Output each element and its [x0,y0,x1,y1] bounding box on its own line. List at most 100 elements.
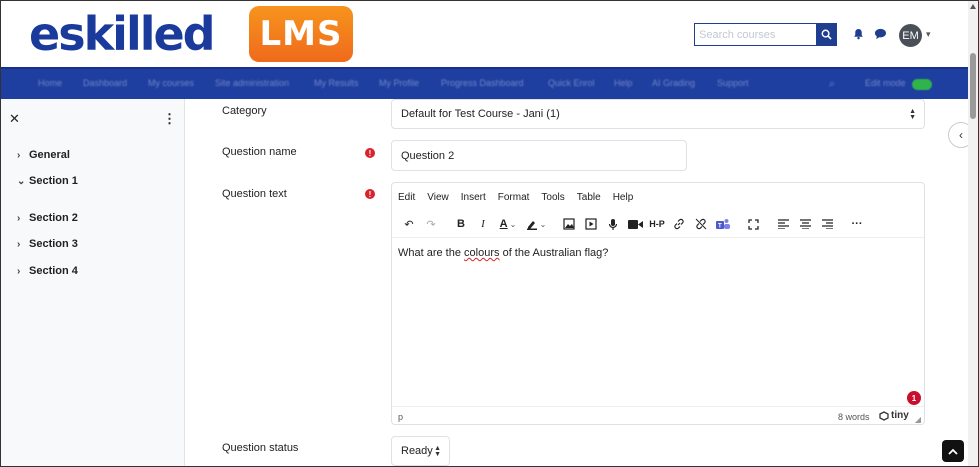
user-avatar[interactable]: EM [899,24,922,47]
drawer-item-label: Section 2 [29,212,78,224]
element-path[interactable]: p [398,412,403,422]
bold-icon[interactable]: B [450,214,472,234]
menu-table[interactable]: Table [577,192,601,203]
nav-item-dashboard[interactable]: Dashboard [83,78,127,88]
image-icon[interactable] [558,214,580,234]
unlink-icon[interactable] [690,214,712,234]
misspelled-word: colours [464,247,500,259]
drawer-options-kebab-icon[interactable]: ⋮ [163,111,176,127]
nav-item-help[interactable]: Help [614,78,633,88]
align-right-icon[interactable] [816,214,838,234]
notifications-bell-icon[interactable] [851,27,865,41]
resize-handle-icon[interactable]: ◢ [915,415,921,424]
h5p-icon[interactable]: H-P [646,214,668,234]
chevron-up-icon [948,448,958,455]
nav-item-my-profile[interactable]: My Profile [379,78,419,88]
drawer-item-section-1[interactable]: ⌄ Section 1 [17,175,78,187]
close-drawer-icon[interactable]: ✕ [9,111,20,127]
text-color-icon[interactable]: A ⌄ [494,214,522,234]
drawer-item-section-2[interactable]: › Section 2 [17,212,78,224]
required-icon: ! [365,148,375,158]
chevron-down-icon: ⌄ [17,175,26,187]
nav-item-home[interactable]: Home [38,78,62,88]
more-options-icon[interactable]: ··· [846,214,868,234]
record-audio-icon[interactable] [602,214,624,234]
tiny-logo[interactable]: tiny [879,410,909,421]
nav-item-progress-dashboard[interactable]: Progress Dashboard [441,78,524,88]
italic-icon[interactable]: I [472,214,494,234]
drawer-item-general[interactable]: › General [17,149,70,161]
teams-meeting-icon[interactable]: T [712,214,734,234]
media-icon[interactable] [580,214,602,234]
search-button[interactable] [816,23,837,46]
search-input[interactable] [694,23,816,46]
drawer-item-section-4[interactable]: › Section 4 [17,265,78,277]
menu-help[interactable]: Help [613,192,634,203]
site-logo[interactable]: eskilled [29,5,216,63]
fullscreen-icon[interactable] [742,214,764,234]
align-left-icon[interactable] [772,214,794,234]
search-icon [821,29,832,40]
nav-item-ai-grading[interactable]: AI Grading [652,78,695,88]
nav-item-my-courses[interactable]: My courses [148,78,194,88]
messages-chat-icon[interactable] [873,27,887,41]
category-label: Category [222,105,267,117]
tiny-logo-icon [879,410,889,421]
editor-toolbar: ↶ ↷ B I A ⌄ ⌄ H-P T ··· [392,211,924,238]
browser-frame: eskilled LMS EM ▾ Home Dashboard My cour… [0,0,979,467]
chevron-right-icon: › [17,238,21,250]
undo-icon[interactable]: ↶ [398,214,420,234]
course-search [694,23,837,46]
drawer-item-label: Section 3 [29,238,78,250]
select-arrows-icon: ▲ ▼ [909,108,916,121]
nav-item-my-results[interactable]: My Results [314,78,359,88]
lms-badge: LMS [249,6,353,62]
course-index-drawer: ✕ ⋮ › General ⌄ Section 1 › Section 2 › … [1,99,185,466]
category-select[interactable]: Default for Test Course - Jani (1) ▲ ▼ [391,99,925,129]
nav-search-icon[interactable]: ⌕ [829,78,835,91]
menu-view[interactable]: View [427,192,449,203]
question-status-label: Question status [222,442,299,454]
link-icon[interactable] [668,214,690,234]
question-status-value: Ready [401,445,433,457]
chevron-right-icon: › [17,212,21,224]
drawer-item-label: Section 1 [29,175,78,187]
highlight-color-icon[interactable]: ⌄ [522,214,550,234]
rich-text-editor: Edit View Insert Format Tools Table Help… [391,182,925,425]
edit-mode-toggle[interactable] [912,79,932,90]
primary-navigation: Home Dashboard My courses Site administr… [1,67,968,99]
scroll-thumb[interactable] [970,53,976,119]
drawer-item-label: Section 4 [29,265,78,277]
nav-item-quick-enrol[interactable]: Quick Enrol [548,78,595,88]
content-text: of the Australian flag? [499,247,609,259]
accessibility-issue-badge[interactable]: 1 [907,391,921,405]
question-name-value: Question 2 [401,149,455,162]
required-icon: ! [365,189,375,199]
back-to-top-button[interactable] [942,440,964,462]
question-status-select[interactable]: Ready ▲ ▼ [391,436,450,466]
editor-menubar: Edit View Insert Format Tools Table Help [392,183,924,211]
drawer-item-label: General [29,149,70,161]
redo-icon[interactable]: ↷ [420,214,442,234]
menu-insert[interactable]: Insert [461,192,486,203]
svg-text:T: T [718,223,722,229]
drawer-item-section-3[interactable]: › Section 3 [17,238,78,250]
menu-edit[interactable]: Edit [398,192,415,203]
edit-mode-label: Edit mode [865,78,906,88]
scroll-up-arrow-icon[interactable] [970,4,976,9]
editor-statusbar: p 8 words tiny ◢ [392,406,924,424]
content-text: What are the [398,247,465,259]
question-name-input[interactable]: Question 2 [391,140,687,171]
word-count[interactable]: 8 words [838,412,870,422]
menu-format[interactable]: Format [498,192,530,203]
editor-content[interactable]: What are the colours of the Australian f… [398,247,608,259]
record-video-icon[interactable] [624,214,646,234]
nav-item-site-admin[interactable]: Site administration [215,78,289,88]
align-center-icon[interactable] [794,214,816,234]
chevron-right-icon: › [17,265,21,277]
page-scrollbar[interactable] [968,1,978,466]
category-value: Default for Test Course - Jani (1) [401,108,560,120]
nav-item-support[interactable]: Support [717,78,749,88]
user-menu-caret-icon[interactable]: ▾ [926,29,931,40]
menu-tools[interactable]: Tools [541,192,564,203]
